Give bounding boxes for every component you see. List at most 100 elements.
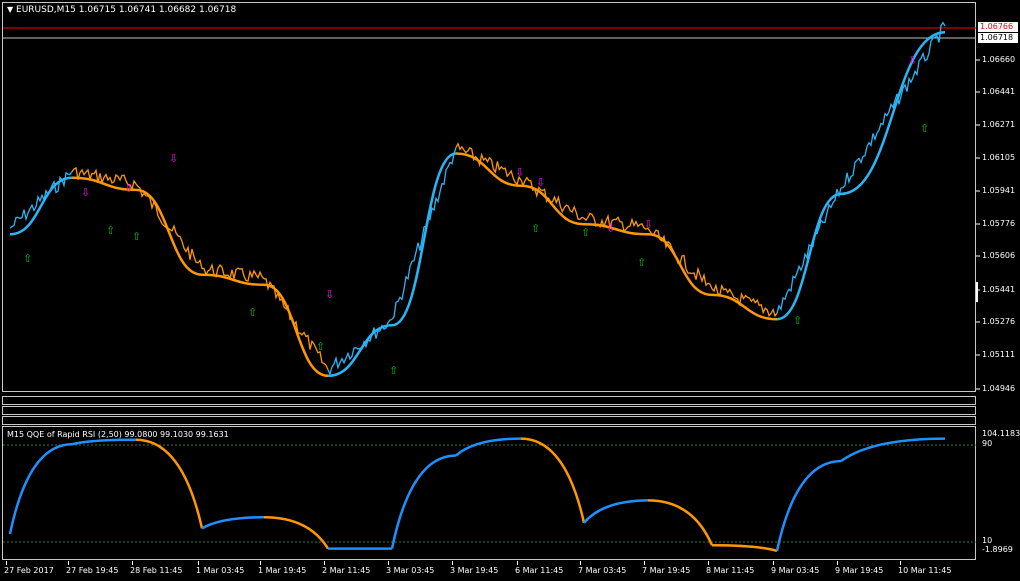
- price-axis-label: 1.04946: [982, 384, 1016, 393]
- time-axis-label: 1 Mar 03:45: [196, 566, 245, 575]
- time-axis-label: 9 Mar 03:45: [771, 566, 820, 575]
- time-axis-tick: [837, 561, 838, 565]
- qqe-line-segment: [583, 499, 649, 524]
- chart-title: ▼ EURUSD,M15 1.06715 1.06741 1.06682 1.0…: [7, 5, 236, 15]
- qqe-line-segment: [71, 438, 137, 446]
- price-series-segment: [711, 283, 778, 318]
- price-series-segment: [840, 21, 946, 189]
- up-arrow-icon: ⇧: [581, 226, 590, 239]
- qqe-line-segment: [455, 437, 522, 457]
- time-axis-tick: [517, 561, 518, 565]
- time-axis-label: 7 Mar 19:45: [642, 566, 691, 575]
- price-axis-label: 1.05941: [982, 186, 1016, 195]
- price-axis-label: 1.06660: [982, 55, 1016, 64]
- down-arrow-icon: ⇩: [325, 288, 334, 301]
- signal-line-segment: [135, 188, 203, 276]
- signal-line-segment: [263, 283, 329, 378]
- time-axis-tick: [580, 561, 581, 565]
- up-arrow-icon: ⇧: [132, 230, 141, 243]
- price-axis-label: 1.05776: [982, 219, 1016, 228]
- time-axis-label: 1 Mar 19:45: [258, 566, 307, 575]
- indicator-axis-label: 10: [982, 536, 993, 545]
- price-series-segment: [264, 278, 329, 371]
- down-arrow-icon: ⇩: [169, 152, 178, 165]
- qqe-line-segment: [520, 437, 586, 524]
- time-axis-label: 3 Mar 19:45: [450, 566, 499, 575]
- time-axis-label: 28 Feb 11:45: [130, 566, 183, 575]
- price-axis-label: 1.05606: [982, 251, 1016, 260]
- qqe-line-segment: [135, 438, 204, 529]
- time-axis-label: 27 Feb 19:45: [66, 566, 119, 575]
- time-axis-tick: [6, 561, 7, 565]
- price-axis-label: 1.05276: [982, 317, 1016, 326]
- symbol-label: EURUSD,M15: [16, 5, 76, 15]
- up-arrow-icon: ⇧: [920, 122, 929, 135]
- qqe-line-segment: [775, 459, 842, 552]
- down-arrow-icon: ⇩: [606, 222, 615, 235]
- qqe-line-segment: [8, 442, 73, 535]
- price-axis-label: 1.06105: [982, 153, 1016, 162]
- down-arrow-icon: ⇩: [81, 186, 90, 199]
- signal-line-segment: [9, 176, 73, 236]
- triangle-down-icon[interactable]: ▼: [7, 5, 13, 14]
- price-axis-label: 1.06271: [982, 120, 1016, 129]
- time-axis-label: 27 Feb 2017: [4, 566, 54, 575]
- time-axis-label: 2 Mar 11:45: [322, 566, 371, 575]
- qqe-line-segment: [840, 437, 946, 463]
- time-axis-tick: [773, 561, 774, 565]
- up-arrow-icon: ⇧: [531, 222, 540, 235]
- time-axis-tick: [900, 561, 901, 565]
- time-axis-tick: [324, 561, 325, 565]
- down-arrow-icon: ⇩: [124, 182, 133, 195]
- down-arrow-icon: ⇩: [536, 176, 545, 189]
- time-axis-label: 3 Mar 03:45: [386, 566, 435, 575]
- price-series-segment: [135, 183, 203, 269]
- up-arrow-icon: ⇧: [637, 256, 646, 269]
- time-axis-label: 9 Mar 19:45: [835, 566, 884, 575]
- indicator-axis-label: 104.1183: [982, 429, 1020, 438]
- price-axis-label: 1.05441: [982, 285, 1016, 294]
- time-axis-label: 8 Mar 11:45: [706, 566, 755, 575]
- chart-canvas[interactable]: ⇧ ⇧ ⇧ ⇧ ⇧ ⇧ ⇧ ⇧ ⇧ ⇧ ⇧ ⇩ ⇩ ⇩ ⇩ ⇩ ⇩ ⇩ ⇩ ⇩: [0, 0, 1020, 581]
- signal-line-segment: [647, 233, 713, 297]
- bid-price-tag: 1.06718: [978, 33, 1018, 43]
- price-axis-label: 1.05111: [982, 350, 1016, 359]
- time-axis-label: 7 Mar 03:45: [578, 566, 627, 575]
- qqe-line-segment: [711, 544, 778, 553]
- time-axis-tick: [644, 561, 645, 565]
- qqe-line-segment: [263, 515, 330, 550]
- signal-line-segment: [776, 192, 842, 321]
- time-axis-tick: [132, 561, 133, 565]
- qqe-line-segment: [390, 454, 457, 549]
- qqe-line-segment: [201, 515, 265, 530]
- qqe-line-segment: [647, 499, 714, 546]
- signal-line-segment: [711, 293, 778, 321]
- time-axis-tick: [198, 561, 199, 565]
- up-arrow-icon: ⇧: [316, 340, 325, 353]
- up-arrow-icon: ⇧: [389, 364, 398, 377]
- down-arrow-icon: ⇩: [908, 54, 917, 67]
- time-axis-label: 10 Mar 11:45: [898, 566, 952, 575]
- price-series-segment: [776, 187, 842, 314]
- time-axis-tick: [388, 561, 389, 565]
- indicator-axis-label: 90: [982, 439, 993, 448]
- time-axis-tick: [68, 561, 69, 565]
- up-arrow-icon: ⇧: [23, 252, 32, 265]
- time-axis-label: 6 Mar 11:45: [515, 566, 564, 575]
- ask-price-tag: 1.06766: [978, 22, 1018, 32]
- time-axis-tick: [708, 561, 709, 565]
- up-arrow-icon: ⇧: [793, 314, 802, 327]
- time-axis-tick: [452, 561, 453, 565]
- down-arrow-icon: ⇩: [515, 166, 524, 179]
- indicator-title: M15 QQE of Rapid RSI (2,50) 99.0800 99.1…: [7, 430, 229, 439]
- up-arrow-icon: ⇧: [106, 224, 115, 237]
- down-arrow-icon: ⇩: [644, 218, 653, 231]
- time-axis-tick: [260, 561, 261, 565]
- signal-line-segment: [520, 184, 585, 226]
- signal-line-segment: [840, 30, 946, 196]
- indicator-axis-label: -1.8969: [982, 545, 1013, 554]
- price-series-segment: [455, 142, 522, 186]
- ohlc-values: 1.06715 1.06741 1.06682 1.06718: [78, 5, 237, 15]
- up-arrow-icon: ⇧: [248, 306, 257, 319]
- price-axis-label: 1.06441: [982, 87, 1016, 96]
